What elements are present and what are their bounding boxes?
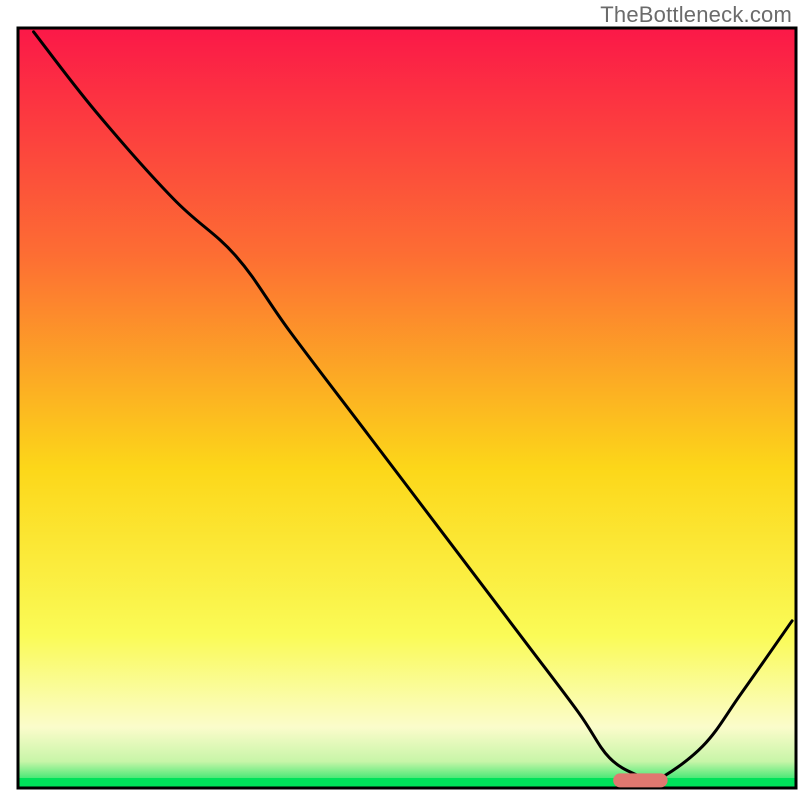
chart-frame: TheBottleneck.com — [0, 0, 800, 800]
bottleneck-chart — [0, 0, 800, 800]
watermark-text: TheBottleneck.com — [600, 2, 792, 28]
optimal-range-marker — [613, 773, 667, 787]
